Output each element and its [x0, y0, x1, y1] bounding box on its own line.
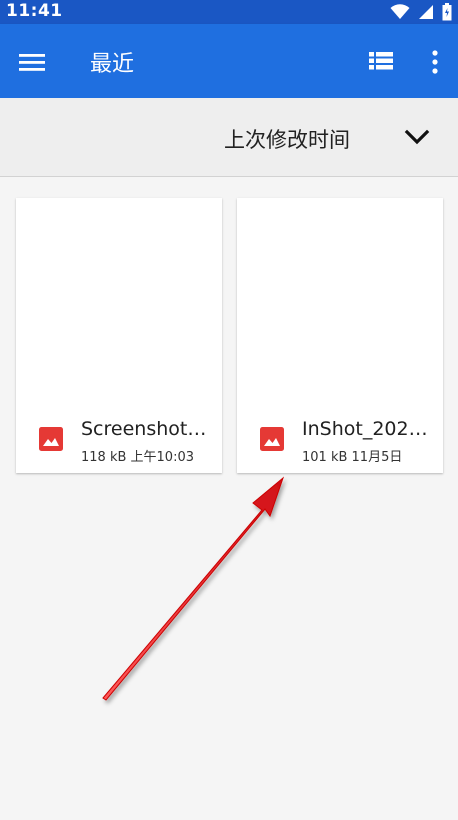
- file-name: InShot_202…: [302, 418, 428, 440]
- status-icons: [390, 2, 452, 22]
- signal-icon: [419, 5, 433, 19]
- more-options-button[interactable]: [422, 44, 448, 80]
- menu-icon: [19, 54, 45, 71]
- toolbar-title: 最近: [90, 52, 135, 77]
- status-bar: 11:41: [0, 0, 458, 24]
- status-time: 11:41: [6, 1, 63, 21]
- file-meta: 101 kB 11月5日: [302, 450, 403, 465]
- list-view-button[interactable]: [364, 44, 398, 78]
- more-vert-icon: [432, 50, 438, 74]
- image-icon: [260, 427, 284, 451]
- file-card[interactable]: InShot_202… 101 kB 11月5日: [237, 198, 443, 473]
- list-view-icon: [369, 52, 393, 70]
- chevron-down-icon: [404, 129, 430, 145]
- file-meta: 118 kB 上午10:03: [81, 450, 194, 465]
- file-name: Screenshot…: [81, 418, 207, 440]
- app-toolbar: 最近: [0, 24, 458, 98]
- sort-bar: 上次修改时间: [0, 98, 458, 177]
- file-thumbnail: [16, 198, 222, 403]
- file-thumbnail: [237, 198, 443, 403]
- battery-icon: [442, 3, 452, 21]
- sort-toggle-button[interactable]: [402, 122, 432, 152]
- sort-label[interactable]: 上次修改时间: [224, 124, 350, 154]
- image-icon: [39, 427, 63, 451]
- wifi-icon: [390, 4, 410, 19]
- menu-button[interactable]: [12, 42, 52, 82]
- file-card[interactable]: Screenshot… 118 kB 上午10:03: [16, 198, 222, 473]
